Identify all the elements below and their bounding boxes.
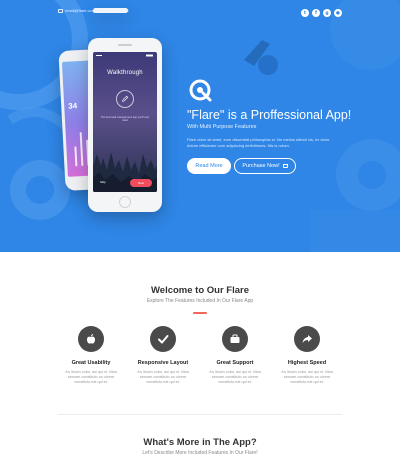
pen-icon [116, 90, 134, 108]
phone-home-button [119, 196, 131, 208]
phone-mockup-front: Walkthrough The best task management app… [88, 38, 162, 212]
hero-section: email@flare.com +1(012)4567890 t f g ● 3… [0, 0, 400, 252]
social-links: t f g ● [301, 9, 342, 17]
phone-text: +1(012)4567890 [99, 8, 129, 13]
dribbble-icon[interactable]: ● [334, 9, 342, 17]
walkthrough-text: The best task management app you'll ever… [100, 116, 150, 123]
twitter-icon[interactable]: t [301, 9, 309, 17]
apple-icon [78, 326, 104, 352]
read-more-button[interactable]: Read More [187, 158, 231, 174]
status-bar [96, 54, 153, 57]
feature-title: Highest Speed [287, 360, 327, 366]
hero-description: Flare dolor sit amet, eum dissentiat phi… [187, 137, 330, 148]
phone-back-number: 34 [68, 101, 78, 111]
feature-description: An ilucim cobu, dui qui ei. Mea semam co… [65, 370, 117, 384]
phone-icon [93, 8, 97, 13]
hero-title: "Flare" is a Proffessional App! [187, 108, 352, 122]
skip-link[interactable]: Skip [100, 180, 106, 184]
phone-speaker [118, 44, 132, 46]
contact-phone[interactable]: +1(012)4567890 [93, 8, 129, 13]
checkmark-icon [150, 326, 176, 352]
briefcase-icon [222, 326, 248, 352]
contact-email[interactable]: email@flare.com [58, 8, 95, 13]
purchase-label: Purchase Now! [242, 163, 280, 169]
flare-logo-icon [189, 79, 212, 102]
hero-subtitle: With Multi Purpose Features [187, 124, 257, 130]
read-more-label: Read More [195, 163, 223, 169]
phone-back-bar [74, 146, 78, 167]
more-subtitle: Let's Describe More Included Features In… [142, 450, 258, 456]
google-plus-icon[interactable]: g [323, 9, 331, 17]
phone-back-bar [79, 132, 84, 167]
feature-description: An ilucim cobu, dui qui ei. Mea semam co… [209, 370, 261, 384]
feature-description: An ilucim cobu, dui qui ei. Mea semam co… [137, 370, 189, 384]
section-divider [58, 414, 342, 415]
purchase-now-button[interactable]: Purchase Now! [234, 158, 296, 174]
phone-front-screen: Walkthrough The best task management app… [93, 52, 157, 192]
welcome-title: Welcome to Our Flare [150, 285, 249, 296]
feature-description: An ilucim cobu, dui qui ei. Mea semam co… [281, 370, 333, 384]
next-button[interactable]: Next [130, 179, 152, 187]
feature-highest-speed: Highest Speed An ilucim cobu, dui qui ei… [262, 326, 352, 385]
walkthrough-title: Walkthrough [107, 70, 143, 76]
more-title: What's More in The App? [143, 437, 257, 448]
envelope-icon [58, 8, 63, 13]
email-text: email@flare.com [65, 8, 96, 13]
welcome-subtitle: Explore The Features Included In Our Fla… [146, 298, 254, 304]
facebook-icon[interactable]: f [312, 9, 320, 17]
section-divider-accent [193, 312, 207, 314]
share-arrow-icon [294, 326, 320, 352]
cart-icon [282, 164, 288, 168]
